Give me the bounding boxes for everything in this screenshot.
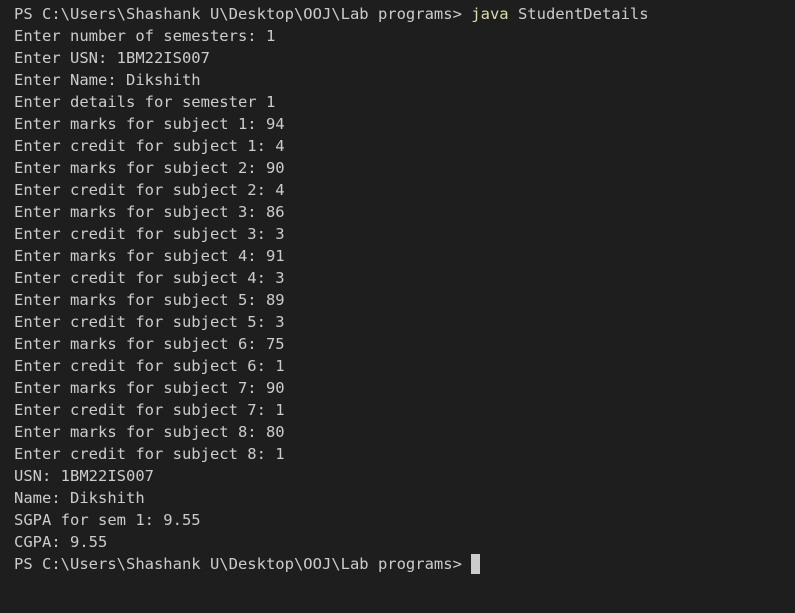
output-line: Enter credit for subject 1: 4 [14, 137, 285, 155]
output-line: Enter credit for subject 8: 1 [14, 445, 285, 463]
output-line: Enter credit for subject 6: 1 [14, 357, 285, 375]
output-line: Enter credit for subject 2: 4 [14, 181, 285, 199]
output-line: CGPA: 9.55 [14, 533, 108, 551]
output-line: Name: Dikshith [14, 489, 145, 507]
output-line: Enter number of semesters: 1 [14, 27, 276, 45]
final-prompt-text: PS C:\Users\Shashank U\Desktop\OOJ\Lab p… [14, 555, 462, 573]
output-line: Enter marks for subject 1: 94 [14, 115, 285, 133]
output-line: Enter marks for subject 6: 75 [14, 335, 285, 353]
terminal-window[interactable]: PS C:\Users\Shashank U\Desktop\OOJ\Lab p… [0, 0, 795, 613]
output-line: Enter marks for subject 7: 90 [14, 379, 285, 397]
output-line: Enter credit for subject 5: 3 [14, 313, 285, 331]
output-line: Enter marks for subject 8: 80 [14, 423, 285, 441]
final-prompt-line[interactable]: PS C:\Users\Shashank U\Desktop\OOJ\Lab p… [14, 553, 781, 575]
command-line: PS C:\Users\Shashank U\Desktop\OOJ\Lab p… [14, 3, 781, 25]
output-line: Enter details for semester 1 [14, 93, 276, 111]
output-line: Enter marks for subject 2: 90 [14, 159, 285, 177]
output-line: Enter credit for subject 3: 3 [14, 225, 285, 243]
output-line: Enter marks for subject 4: 91 [14, 247, 285, 265]
output-line: Enter Name: Dikshith [14, 71, 201, 89]
prompt-text: PS C:\Users\Shashank U\Desktop\OOJ\Lab p… [14, 5, 462, 23]
terminal-output: Enter number of semesters: 1 Enter USN: 1… [14, 25, 781, 553]
command-program: java [471, 5, 509, 23]
output-line: USN: 1BM22IS007 [14, 467, 154, 485]
output-line: SGPA for sem 1: 9.55 [14, 511, 201, 529]
output-line: Enter marks for subject 3: 86 [14, 203, 285, 221]
output-line: Enter credit for subject 7: 1 [14, 401, 285, 419]
output-line: Enter USN: 1BM22IS007 [14, 49, 210, 67]
text-cursor [470, 554, 480, 574]
command-argument: StudentDetails [517, 5, 649, 23]
output-line: Enter marks for subject 5: 89 [14, 291, 285, 309]
output-line: Enter credit for subject 4: 3 [14, 269, 285, 287]
